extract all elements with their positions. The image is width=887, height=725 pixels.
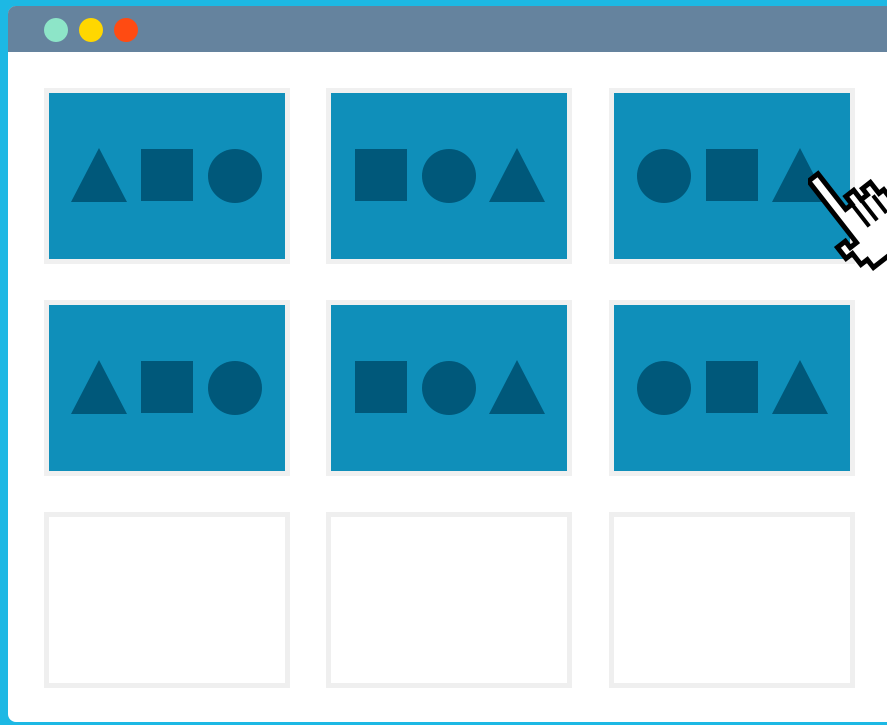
shape-group <box>49 148 285 204</box>
square-icon <box>355 361 407 413</box>
title-bar <box>8 6 887 52</box>
image-tile[interactable] <box>44 300 290 476</box>
image-tile[interactable] <box>326 300 572 476</box>
triangle-icon <box>71 148 127 202</box>
shape-group <box>331 148 567 204</box>
minimize-dot[interactable] <box>79 18 103 42</box>
square-icon <box>706 361 758 413</box>
close-dot[interactable] <box>44 18 68 42</box>
image-tile[interactable] <box>44 88 290 264</box>
shape-group <box>614 360 850 416</box>
triangle-icon <box>489 360 545 414</box>
image-tile[interactable] <box>609 300 855 476</box>
square-icon <box>355 149 407 201</box>
shape-group <box>614 148 850 204</box>
triangle-icon <box>772 360 828 414</box>
square-icon <box>141 149 193 201</box>
empty-tile[interactable] <box>44 512 290 688</box>
triangle-icon <box>71 360 127 414</box>
empty-tile[interactable] <box>609 512 855 688</box>
image-placeholder <box>49 93 285 259</box>
triangle-icon <box>772 148 828 202</box>
browser-window <box>8 6 887 722</box>
image-placeholder <box>614 93 850 259</box>
circle-icon <box>637 149 691 203</box>
image-tile[interactable] <box>326 88 572 264</box>
triangle-icon <box>489 148 545 202</box>
square-icon <box>706 149 758 201</box>
circle-icon <box>208 361 262 415</box>
circle-icon <box>208 149 262 203</box>
circle-icon <box>422 361 476 415</box>
image-tile[interactable] <box>609 88 855 264</box>
empty-tile[interactable] <box>326 512 572 688</box>
circle-icon <box>422 149 476 203</box>
shape-group <box>331 360 567 416</box>
image-placeholder <box>331 93 567 259</box>
shape-group <box>49 360 285 416</box>
maximize-dot[interactable] <box>114 18 138 42</box>
image-placeholder <box>614 305 850 471</box>
circle-icon <box>637 361 691 415</box>
square-icon <box>141 361 193 413</box>
image-placeholder <box>49 305 285 471</box>
image-placeholder <box>331 305 567 471</box>
